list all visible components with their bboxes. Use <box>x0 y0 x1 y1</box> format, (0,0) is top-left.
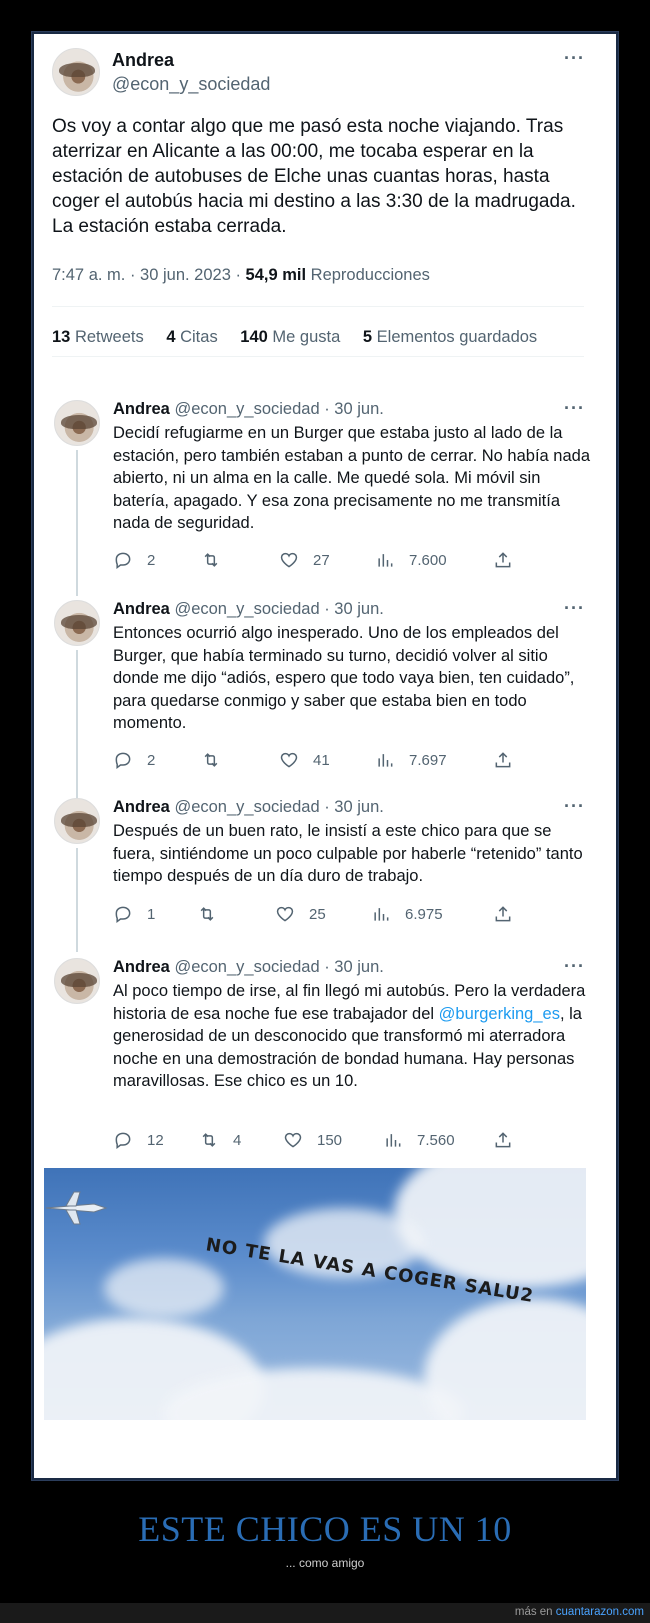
more-options-icon[interactable]: ··· <box>564 398 585 419</box>
views-button[interactable]: 7.697 <box>375 750 447 770</box>
reply-header: Andrea @econ_y_sociedad · 30 jun. <box>113 958 384 977</box>
author-handle-date[interactable]: @econ_y_sociedad · 30 jun. <box>174 798 383 816</box>
thread-reply[interactable]: Andrea @econ_y_sociedad · 30 jun. ··· Al… <box>54 956 594 1158</box>
reply-icon <box>115 906 131 923</box>
thread-reply[interactable]: Andrea @econ_y_sociedad · 30 jun. ··· De… <box>54 398 594 580</box>
reply-text: Después de un buen rato, le insistí a es… <box>113 822 583 885</box>
mention-link[interactable]: @burgerking_es <box>439 1005 560 1023</box>
main-tweet-text: Os voy a contar algo que me pasó esta no… <box>52 116 576 237</box>
footer: más en cuantarazon.com <box>515 1606 644 1618</box>
views-button[interactable]: 6.975 <box>371 904 443 924</box>
reply-icon <box>115 752 131 769</box>
analytics-icon <box>378 754 393 767</box>
share-icon <box>495 752 511 768</box>
views-count: 54,9 mil <box>245 266 307 284</box>
share-icon <box>495 1132 511 1148</box>
reply-header: Andrea @econ_y_sociedad · 30 jun. <box>113 798 384 817</box>
like-button[interactable]: 25 <box>275 904 326 924</box>
share-button[interactable] <box>493 550 513 570</box>
footer-prefix: más en <box>514 1606 556 1618</box>
retweet-icon <box>202 1133 216 1147</box>
engagement-stats: 13 Retweets 4 Citas 140 Me gusta 5 Eleme… <box>52 328 555 347</box>
heart-icon <box>284 1132 302 1148</box>
thread-reply[interactable]: Andrea @econ_y_sociedad · 30 jun. ··· En… <box>54 598 594 780</box>
site-link[interactable]: cuantarazon.com <box>556 1606 644 1618</box>
author-name[interactable]: Andrea <box>113 600 170 618</box>
reply-icon <box>115 1132 131 1149</box>
retweet-icon <box>200 907 214 921</box>
share-button[interactable] <box>493 904 513 924</box>
author-name[interactable]: Andrea <box>113 798 170 816</box>
views-button[interactable]: 7.600 <box>375 550 447 570</box>
analytics-icon <box>374 908 389 921</box>
avatar[interactable] <box>54 798 100 844</box>
like-button[interactable]: 27 <box>279 550 330 570</box>
reply-button[interactable]: 1 <box>113 904 155 924</box>
more-options-icon[interactable]: ··· <box>564 48 585 69</box>
avatar[interactable] <box>54 600 100 646</box>
thread-reply[interactable]: Andrea @econ_y_sociedad · 30 jun. ··· De… <box>54 796 594 934</box>
like-button[interactable]: 41 <box>279 750 330 770</box>
heart-icon <box>280 752 298 768</box>
reply-text: Al poco tiempo de irse, al fin llegó mi … <box>113 982 586 1090</box>
quotes-stat[interactable]: 4 Citas <box>166 328 217 346</box>
reply-text: Entonces ocurrió algo inesperado. Uno de… <box>113 624 575 732</box>
more-options-icon[interactable]: ··· <box>564 956 585 977</box>
action-bar: 12 4 150 7.560 <box>113 1130 553 1154</box>
action-bar: 1 25 6.975 <box>113 904 553 928</box>
more-options-icon[interactable]: ··· <box>564 796 585 817</box>
airplane-banner-photo: NO TE LA VAS A COGER SALU2 <box>44 1168 586 1420</box>
author-handle-date[interactable]: @econ_y_sociedad · 30 jun. <box>174 600 383 618</box>
divider <box>52 306 584 307</box>
caption-title: ESTE CHICO ES UN 10 <box>138 1509 512 1549</box>
likes-stat[interactable]: 140 Me gusta <box>240 328 340 346</box>
reply-text: Decidí refugiarme en un Burger que estab… <box>113 424 590 532</box>
divider <box>52 356 584 357</box>
reply-header: Andrea @econ_y_sociedad · 30 jun. <box>113 400 384 419</box>
author-name[interactable]: Andrea <box>112 50 174 71</box>
share-icon <box>495 906 511 922</box>
reply-button[interactable]: 2 <box>113 750 155 770</box>
retweet-button[interactable] <box>201 550 235 570</box>
analytics-icon <box>386 1134 401 1147</box>
avatar[interactable] <box>54 400 100 446</box>
retweet-button[interactable] <box>201 750 235 770</box>
retweet-icon <box>204 553 218 567</box>
tweet-timestamp[interactable]: 7:47 a. m. · 30 jun. 2023 · <box>52 266 246 284</box>
avatar[interactable] <box>52 48 100 96</box>
tweet-screenshot-frame: Andrea @econ_y_sociedad ··· Os voy a con… <box>31 31 619 1481</box>
author-handle[interactable]: @econ_y_sociedad <box>112 74 270 95</box>
tweet-meta: 7:47 a. m. · 30 jun. 2023 · 54,9 mil Rep… <box>52 266 430 285</box>
retweet-button[interactable]: 4 <box>199 1130 241 1150</box>
airplane-icon <box>45 1191 108 1225</box>
reply-header: Andrea @econ_y_sociedad · 30 jun. <box>113 600 384 619</box>
author-handle-date[interactable]: @econ_y_sociedad · 30 jun. <box>174 958 383 976</box>
action-bar: 2 27 7.600 <box>113 550 553 574</box>
author-name[interactable]: Andrea <box>113 958 170 976</box>
author-handle-date[interactable]: @econ_y_sociedad · 30 jun. <box>174 400 383 418</box>
caption-subtitle: ... como amigo <box>285 1556 365 1570</box>
main-tweet-header: Andrea @econ_y_sociedad ··· <box>52 46 602 98</box>
reply-button[interactable]: 12 <box>113 1130 164 1150</box>
retweet-icon <box>204 753 218 767</box>
retweet-button[interactable] <box>197 904 231 924</box>
author-name[interactable]: Andrea <box>113 400 170 418</box>
share-button[interactable] <box>493 750 513 770</box>
analytics-icon <box>378 554 393 567</box>
views-label: Reproducciones <box>306 266 430 284</box>
bookmarks-stat[interactable]: 5 Elementos guardados <box>363 328 537 346</box>
heart-icon <box>276 906 294 922</box>
heart-icon <box>280 552 298 568</box>
like-button[interactable]: 150 <box>283 1130 342 1150</box>
more-options-icon[interactable]: ··· <box>564 598 585 619</box>
retweets-stat[interactable]: 13 Retweets <box>52 328 144 346</box>
action-bar: 2 41 7.697 <box>113 750 553 774</box>
share-icon <box>495 552 511 568</box>
avatar[interactable] <box>54 958 100 1004</box>
reply-icon <box>115 552 131 569</box>
reply-button[interactable]: 2 <box>113 550 155 570</box>
views-button[interactable]: 7.560 <box>383 1130 455 1150</box>
share-button[interactable] <box>493 1130 513 1150</box>
